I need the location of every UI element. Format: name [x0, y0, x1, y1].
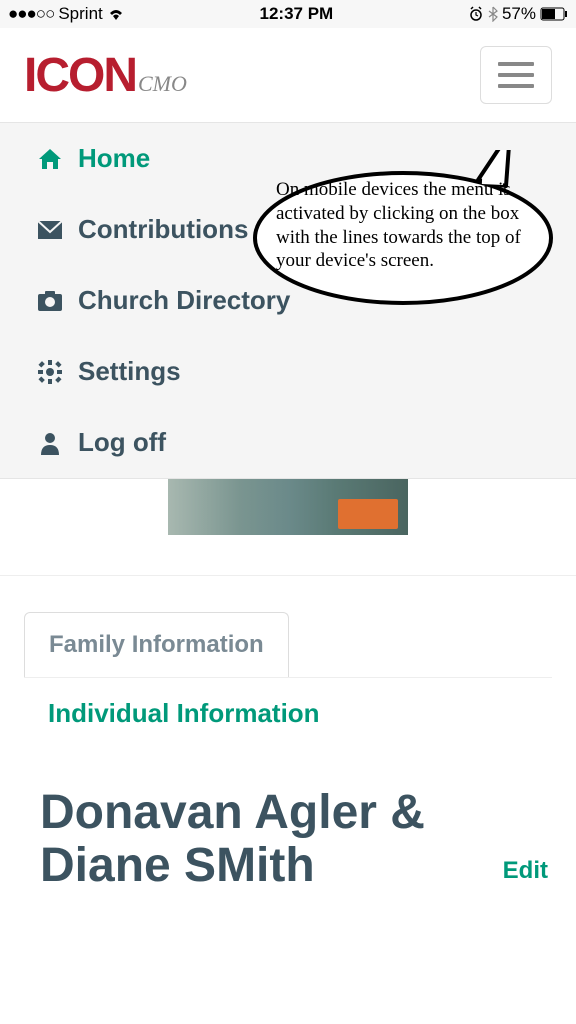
edit-button[interactable]: Edit [503, 857, 548, 893]
menu-item-settings[interactable]: Settings [0, 336, 576, 407]
hamburger-button[interactable] [480, 46, 552, 104]
tab-family-info[interactable]: Family Information [24, 612, 289, 677]
battery-icon [540, 7, 568, 21]
person-icon [36, 431, 64, 455]
image-strip-row [0, 479, 576, 576]
status-time: 12:37 PM [125, 4, 468, 24]
carrier-label: Sprint [58, 4, 102, 24]
wifi-icon [107, 7, 125, 21]
logo: ICON CMO [24, 48, 187, 103]
content-image [168, 479, 408, 535]
callout-annotation: On mobile devices the menu is activated … [248, 150, 558, 300]
logo-sub: CMO [138, 71, 187, 97]
logo-main: ICON [24, 48, 136, 103]
camera-icon [36, 290, 64, 312]
family-heading-row: Donavan Agler & Diane SMith Edit [0, 747, 576, 893]
app-header: ICON CMO [0, 28, 576, 122]
tab-label: Family Information [49, 631, 264, 658]
bluetooth-icon [488, 6, 498, 22]
menu-label: Settings [78, 356, 181, 387]
family-name: Donavan Agler & Diane SMith [40, 787, 460, 893]
menu-label: Log off [78, 427, 166, 458]
callout-text: On mobile devices the menu is activated … [276, 178, 536, 273]
envelope-icon [36, 220, 64, 240]
tab-label: Individual Information [48, 698, 320, 728]
alarm-icon [468, 6, 484, 22]
status-bar: ●●●○○ Sprint 12:37 PM 57% [0, 0, 576, 28]
home-icon [36, 147, 64, 171]
battery-percent: 57% [502, 4, 536, 24]
tab-individual-info[interactable]: Individual Information [24, 678, 552, 747]
menu-item-logoff[interactable]: Log off [0, 407, 576, 478]
signal-dots-icon: ●●●○○ [8, 4, 54, 24]
tab-bar: Family Information [24, 612, 552, 678]
tabs-container: Family Information Individual Informatio… [0, 576, 576, 747]
menu-label: Home [78, 143, 150, 174]
menu-label: Contributions [78, 214, 248, 245]
gear-icon [36, 359, 64, 385]
